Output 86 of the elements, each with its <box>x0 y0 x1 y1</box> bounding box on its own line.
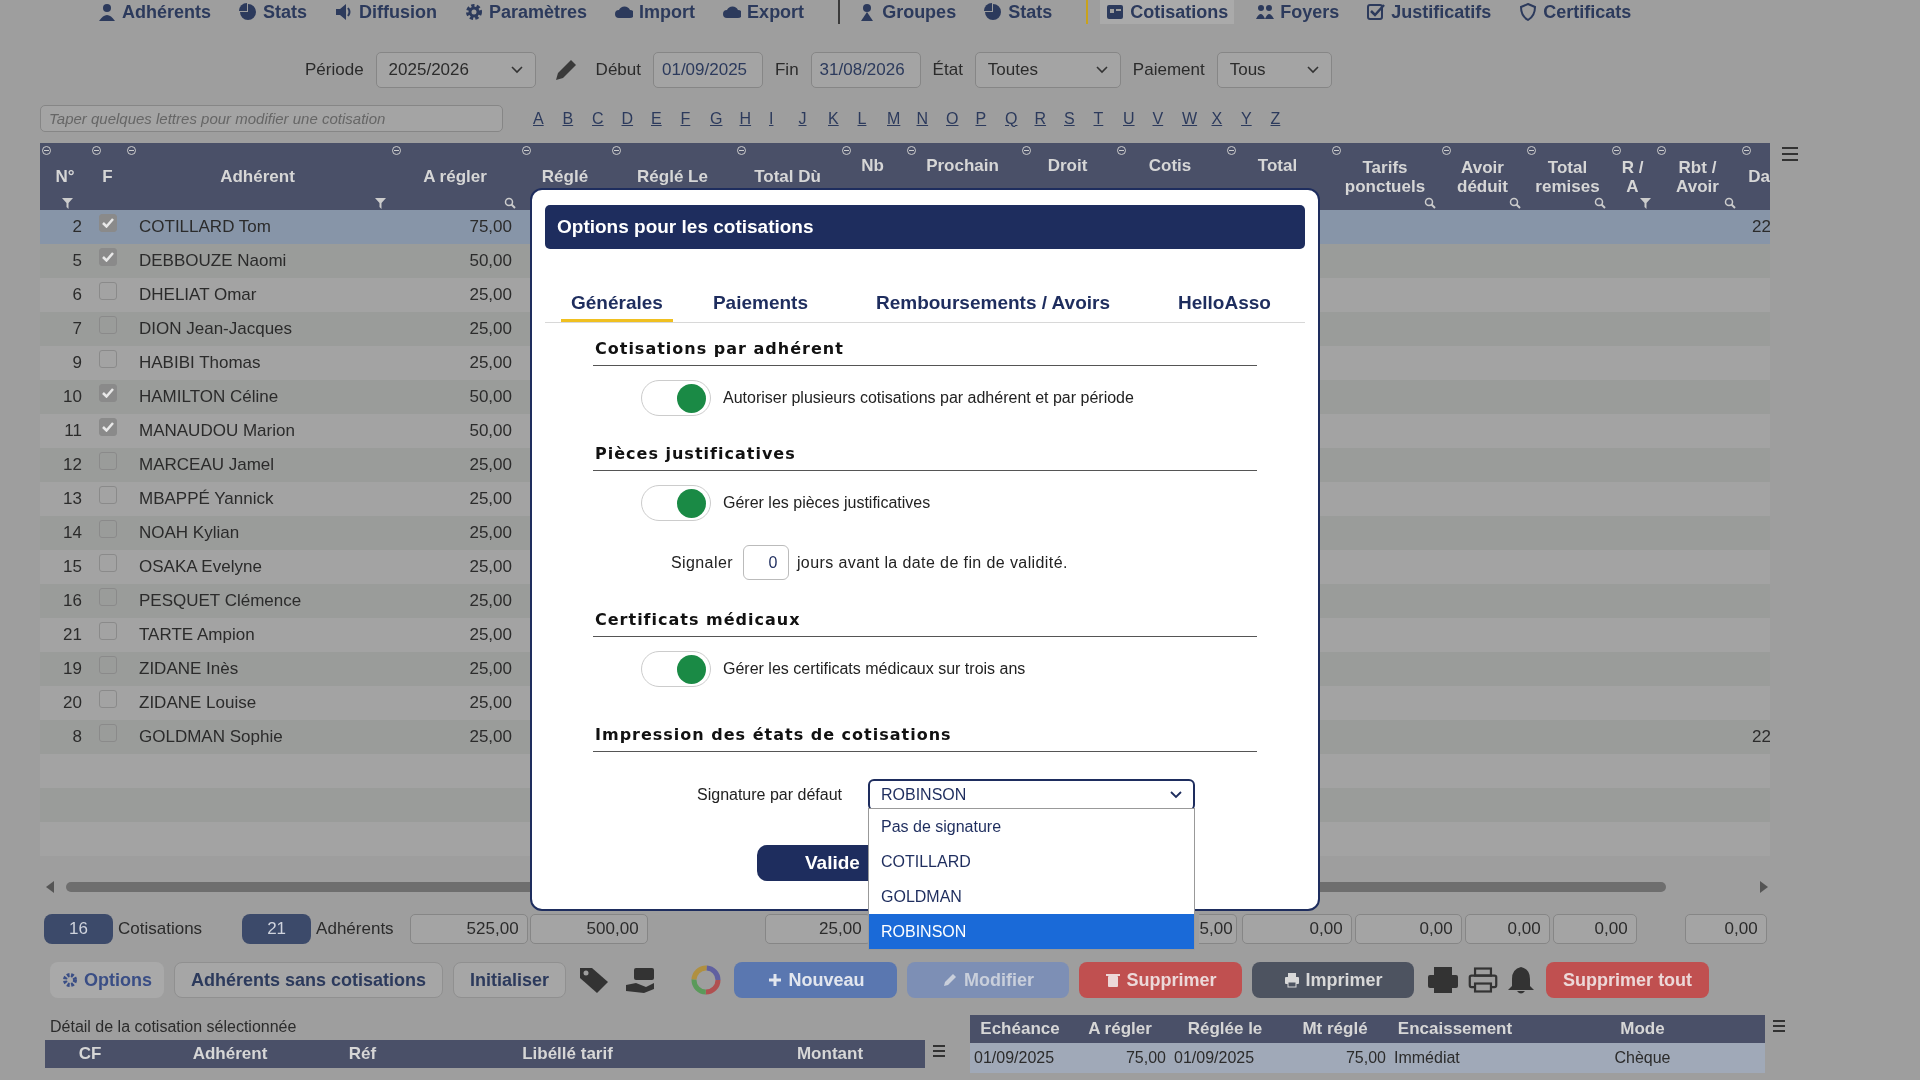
total-field: 525,00 <box>409 913 528 944</box>
section-heading: Cotisations par adhérent <box>595 339 844 358</box>
option-label: Signaler <box>671 552 733 573</box>
table-cell: ZIDANE Louise <box>139 693 257 713</box>
table-cell-text: 22 <box>1751 217 1770 237</box>
table-cell: HABIBI Thomas <box>139 353 261 373</box>
row-number: 12 <box>63 455 82 475</box>
table-cell: 50,00 <box>469 421 512 441</box>
row-number: 16 <box>63 591 82 611</box>
count-badge: 21 <box>242 913 312 944</box>
field-label: Période <box>305 59 364 82</box>
row-number: 7 <box>72 319 82 339</box>
total-field: 0,00 <box>1464 913 1550 944</box>
section-heading: Impression des états de cotisations <box>595 725 952 744</box>
table-cell: 25,00 <box>469 659 512 679</box>
table-cell: 50,00 <box>469 251 512 271</box>
row-number: 15 <box>63 557 82 577</box>
row-number: 19 <box>63 659 82 679</box>
row-number: 13 <box>63 489 82 509</box>
total-field: 0,00 <box>1684 913 1767 944</box>
table-cell: ZIDANE Inès <box>139 659 239 679</box>
table-cell: 75,00 <box>1345 1049 1386 1066</box>
count-badge: 16 <box>44 913 113 944</box>
table-cell: PESQUET Clémence <box>139 591 302 611</box>
table-cell: COTILLARD Tom <box>139 217 271 237</box>
table-cell: 25,00 <box>469 557 512 577</box>
table-cell: 25,00 <box>469 625 512 645</box>
table-cell: HAMILTON Céline <box>139 387 279 407</box>
table-cell: Chèque <box>1614 1049 1671 1066</box>
table-cell: 25,00 <box>469 693 512 713</box>
table-cell: 25,00 <box>469 319 512 339</box>
table-cell-text: 22 <box>1751 727 1770 747</box>
row-number: 9 <box>72 353 82 373</box>
option-label: jours avant la date de fin de validité. <box>796 552 1068 573</box>
count-label: Cotisations <box>118 917 203 940</box>
table-cell: 25,00 <box>469 285 512 305</box>
total-field: 0,00 <box>1241 913 1352 944</box>
table-cell: 25,00 <box>469 727 512 747</box>
table-cell: DHELIAT Omar <box>139 285 257 305</box>
table-cell: 25,00 <box>469 591 512 611</box>
table-cell: Immédiat <box>1394 1049 1460 1066</box>
table-cell: NOAH Kylian <box>139 523 240 543</box>
total-field: 25,00 <box>764 913 871 944</box>
table-cell: 25,00 <box>469 353 512 373</box>
table-cell: OSAKA Evelyne <box>139 557 262 577</box>
table-cell: 25,00 <box>469 489 512 509</box>
table-cell: TARTE Ampion <box>139 625 255 645</box>
option-label: Autoriser plusieurs cotisations par adhérent et par période <box>723 388 1134 408</box>
table-cell: DION Jean-Jacques <box>139 319 293 339</box>
row-number: 21 <box>63 625 82 645</box>
count-label: Adhérents <box>316 917 394 940</box>
field-label: Début <box>595 59 641 82</box>
row-number: 8 <box>72 727 82 747</box>
table-cell: DEBBOUZE Naomi <box>139 251 287 271</box>
table-cell: GOLDMAN Sophie <box>139 727 283 747</box>
row-number: 20 <box>63 693 82 713</box>
row-number: 2 <box>72 217 82 237</box>
table-cell: MANAUDOU Marion <box>139 421 295 441</box>
option-label: Signature par défaut <box>697 785 843 805</box>
table-cell: 75,00 <box>469 217 512 237</box>
row-number: 5 <box>72 251 82 271</box>
table-cell: MARCEAU Jamel <box>139 455 275 475</box>
dialog-title: Options pour les cotisations <box>545 205 1305 249</box>
field-label: État <box>932 59 963 82</box>
table-cell: 25,00 <box>469 455 512 475</box>
section-heading: Pièces justificatives <box>595 444 796 463</box>
table-cell: 75,00 <box>1125 1049 1166 1066</box>
table-cell: 01/09/2025 <box>1174 1049 1255 1066</box>
section-label: Détail de la cotisation sélectionnée <box>50 1018 298 1036</box>
table-cell: 50,00 <box>469 387 512 407</box>
option-label: Gérer les certificats médicaux sur trois ans <box>723 659 1026 679</box>
table-cell: MBAPPÉ Yannick <box>139 489 274 509</box>
option-label: Gérer les pièces justificatives <box>723 493 931 513</box>
row-number: 6 <box>72 285 82 305</box>
row-number: 14 <box>63 523 82 543</box>
row-number: 10 <box>63 387 82 407</box>
total-field: 0,00 <box>1354 913 1462 944</box>
field-label: Paiement <box>1132 59 1205 82</box>
field-label: Fin <box>775 59 799 82</box>
total-field: 500,00 <box>529 913 648 944</box>
section-heading: Certificats médicaux <box>595 610 801 629</box>
row-number: 11 <box>64 421 82 441</box>
total-field: 5,00 <box>1198 913 1237 944</box>
table-cell: 25,00 <box>469 523 512 543</box>
table-cell: 01/09/2025 <box>974 1049 1055 1066</box>
total-field: 0,00 <box>1552 913 1637 944</box>
